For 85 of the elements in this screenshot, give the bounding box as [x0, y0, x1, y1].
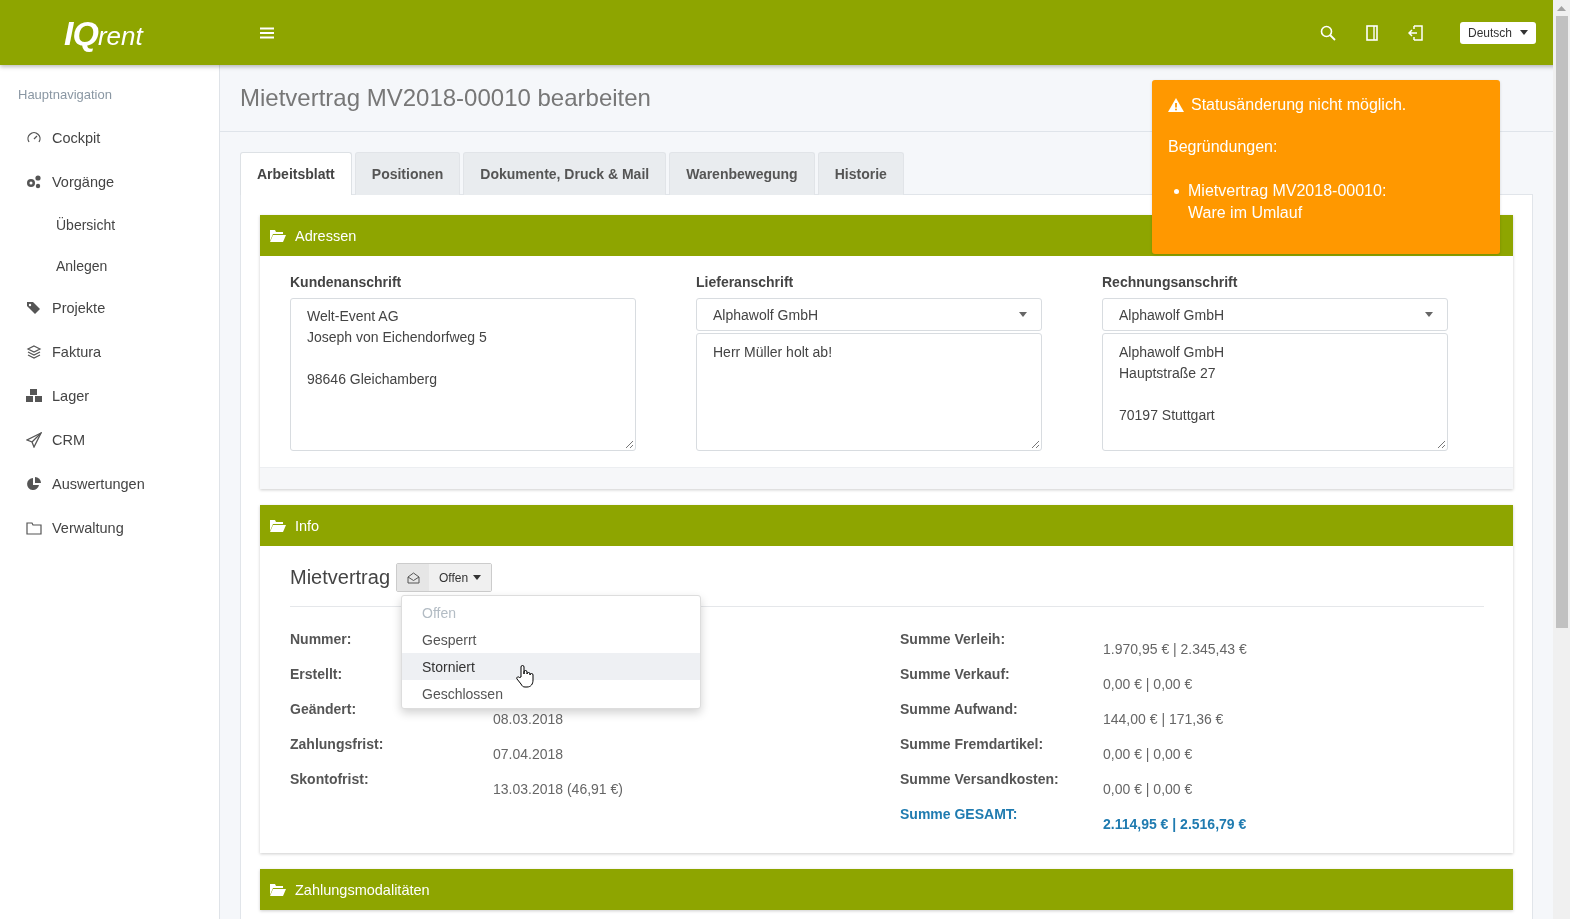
caret-icon [1019, 312, 1027, 317]
sidebar-item[interactable]: Faktura [0, 330, 219, 374]
folder-icon [270, 519, 286, 532]
sidebar-subitem[interactable]: Anlegen [0, 245, 219, 286]
field-label: Lieferanschrift [696, 274, 795, 290]
sidebar-item[interactable]: Verwaltung [0, 506, 219, 550]
sum-value: 2.114,95 € | 2.516,79 € [1103, 816, 1247, 832]
sum-label: Summe Versandkosten: [900, 771, 1059, 787]
resize-grip-icon [1437, 440, 1445, 448]
tab[interactable]: Warenbewegung [669, 152, 815, 195]
menu-item[interactable]: Gesperrt [402, 626, 700, 653]
status-dropdown[interactable]: Offen [429, 564, 492, 591]
info-label: Zahlungsfrist: [290, 736, 384, 752]
sum-label: Summe Aufwand: [900, 701, 1018, 717]
sum-value: 0,00 € | 0,00 € [1103, 746, 1193, 762]
sum-label: Summe Verkauf: [900, 666, 1010, 682]
caret-icon [1425, 312, 1433, 317]
folder-icon [26, 520, 42, 536]
field-label: Kundenanschrift [290, 274, 403, 290]
sum-label: Summe Verleih: [900, 631, 1006, 647]
sum-value: 1.970,95 € | 2.345,43 € [1103, 641, 1247, 657]
sidebar-subitem[interactable]: Übersicht [0, 204, 219, 245]
folder-icon [270, 229, 286, 242]
alert-title: Statusänderung nicht möglich. [1191, 96, 1407, 114]
caret-icon [1520, 30, 1528, 35]
sidebar-item[interactable]: CRM [0, 418, 219, 462]
search-icon[interactable] [1319, 24, 1336, 41]
sidebar-item[interactable]: Lager [0, 374, 219, 418]
info-label: Skontofrist: [290, 771, 369, 787]
alert-text: Begründungen: [1168, 138, 1279, 156]
tab[interactable]: Dokumente, Druck & Mail [463, 152, 667, 195]
scrollbar[interactable] [1553, 0, 1570, 919]
sum-label: Summe GESAMT: [900, 806, 1018, 822]
status-icon-button[interactable] [397, 564, 430, 591]
paper-plane-icon [26, 432, 42, 448]
panel-title: Adressen [295, 227, 357, 244]
sidebar-item[interactable]: Cockpit [0, 116, 219, 160]
gears-icon [26, 174, 42, 190]
info-value: 13.03.2018 (46,91 €) [493, 781, 623, 797]
menu-icon[interactable] [260, 26, 274, 39]
envelope-icon [406, 571, 420, 584]
info-value: 08.03.2018 [493, 711, 564, 727]
sum-value: 0,00 € | 0,00 € [1103, 781, 1193, 797]
address-textarea[interactable]: Alphawolf GmbH Hauptstraße 27 70197 Stuttgart [1102, 333, 1448, 451]
language-select[interactable]: Deutsch [1459, 21, 1536, 44]
address-select[interactable]: Alphawolf GmbH [696, 298, 1042, 331]
sidebar-heading: Hauptnavigation [17, 86, 113, 104]
tab[interactable]: Arbeitsblatt [240, 152, 352, 195]
pie-chart-icon [26, 476, 42, 492]
sidebar-item[interactable]: Vorgänge [0, 160, 219, 204]
sum-value: 0,00 € | 0,00 € [1103, 676, 1193, 692]
tab[interactable]: Positionen [354, 152, 461, 195]
alert-reason: Mietvertrag MV2018-00010: Ware im Umlauf [1188, 181, 1387, 223]
address-textarea[interactable]: Welt-Event AG Joseph von Eichendorfweg 5 98646 Gleichamberg [290, 298, 636, 451]
address-select[interactable]: Alphawolf GmbH [1102, 298, 1448, 331]
scroll-up-icon[interactable] [1557, 6, 1566, 11]
folder-icon [270, 883, 286, 896]
warning-icon [1168, 98, 1184, 112]
bullet-icon [1174, 189, 1179, 194]
logout-icon[interactable] [1407, 24, 1424, 41]
field-label: Rechnungsanschrift [1102, 274, 1239, 290]
panel-title: Zahlungsmodalitäten [295, 881, 430, 898]
resize-grip-icon [1031, 440, 1039, 448]
sidebar-item[interactable]: Projekte [0, 286, 219, 330]
info-label: Nummer: [290, 631, 352, 647]
caret-icon [473, 575, 482, 580]
tags-icon [26, 300, 42, 316]
panel-title: Info [295, 517, 320, 534]
sidebar-item[interactable]: Auswertungen [0, 462, 219, 506]
sum-value: 144,00 € | 171,36 € [1103, 711, 1224, 727]
info-value: 07.04.2018 [493, 746, 564, 762]
menu-item[interactable]: Geschlossen [402, 680, 700, 707]
hand-cursor-icon [516, 664, 534, 688]
menu-item[interactable]: Storniert [402, 653, 700, 680]
layers-icon [26, 344, 42, 360]
boxes-icon [26, 388, 42, 404]
notebook-icon[interactable] [1365, 24, 1378, 41]
tab[interactable]: Historie [817, 152, 904, 195]
sum-label: Summe Fremdartikel: [900, 736, 1044, 752]
info-label: Erstellt: [290, 666, 343, 682]
resize-grip-icon [625, 440, 633, 448]
address-textarea[interactable]: Herr Müller holt ab! [696, 333, 1042, 451]
page-title: Mietvertrag MV2018-00010 bearbeiten [240, 84, 651, 112]
info-label: Geändert: [290, 701, 357, 717]
section-heading: Mietvertrag [290, 566, 391, 589]
